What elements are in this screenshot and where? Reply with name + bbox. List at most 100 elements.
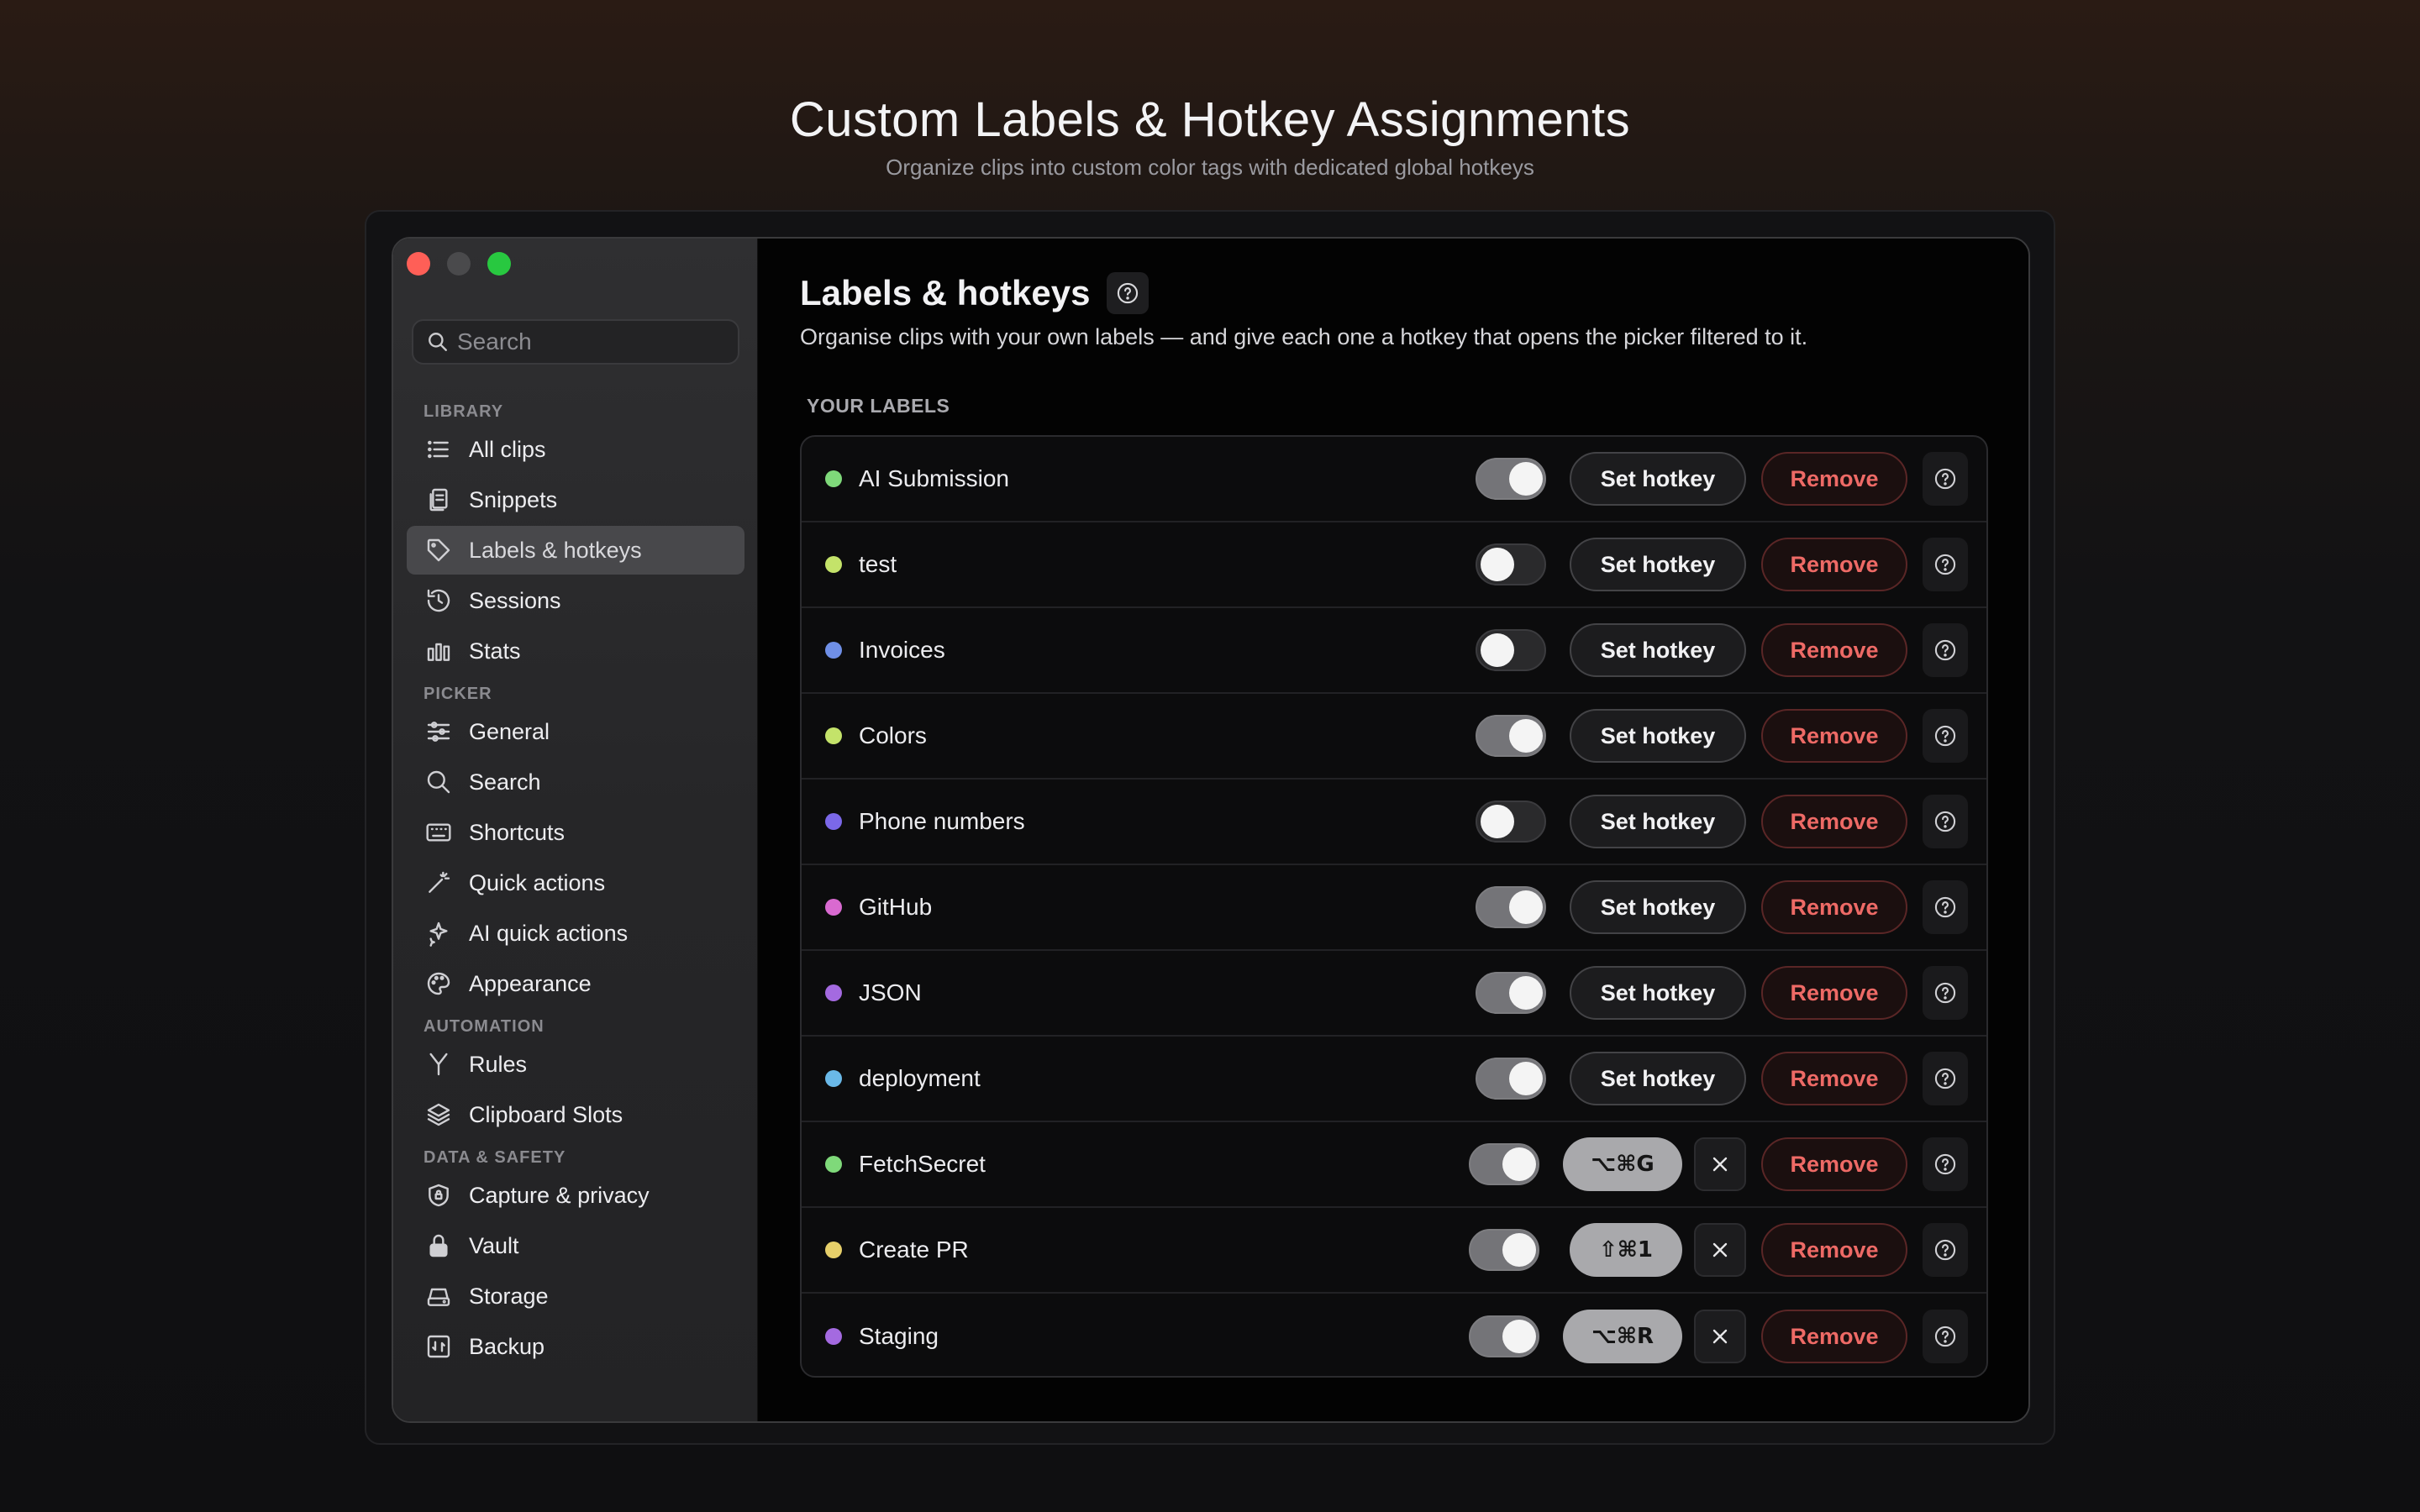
sidebar-item-snippets[interactable]: Snippets (407, 475, 744, 524)
toggle-knob (1509, 719, 1543, 753)
toggle-knob (1509, 1062, 1543, 1095)
label-row: Create PR ⇧⌘1 Remove (802, 1208, 1986, 1294)
remove-label-button[interactable]: Remove (1761, 1310, 1907, 1363)
clear-hotkey-button[interactable] (1694, 1310, 1746, 1363)
hotkey-chip[interactable]: ⇧⌘1 (1570, 1223, 1682, 1277)
zoom-window-button[interactable] (487, 252, 511, 276)
remove-label-button[interactable]: Remove (1761, 1052, 1907, 1105)
remove-label-button[interactable]: Remove (1761, 623, 1907, 677)
label-enabled-toggle[interactable] (1476, 715, 1546, 757)
label-row: AI Submission Set hotkey Remove (802, 437, 1986, 522)
minimize-window-button[interactable] (447, 252, 471, 276)
help-icon (1934, 1068, 1956, 1089)
label-help-button[interactable] (1923, 1223, 1968, 1277)
search-input[interactable] (457, 328, 726, 355)
sidebar-item-label: AI quick actions (469, 920, 629, 946)
your-labels-heading: YOUR LABELS (807, 395, 950, 417)
hero-title: Custom Labels & Hotkey Assignments (789, 92, 1631, 147)
set-hotkey-button[interactable]: Set hotkey (1570, 623, 1746, 677)
label-help-button[interactable] (1923, 709, 1968, 763)
label-name: Staging (859, 1323, 939, 1349)
label-help-button[interactable] (1923, 880, 1968, 934)
label-help-button[interactable] (1923, 1137, 1968, 1191)
set-hotkey-button[interactable]: Set hotkey (1570, 709, 1746, 763)
set-hotkey-button[interactable]: Set hotkey (1570, 538, 1746, 591)
label-color-dot (825, 899, 842, 916)
label-enabled-toggle[interactable] (1476, 801, 1546, 843)
label-help-button[interactable] (1923, 1052, 1968, 1105)
sidebar-item-labels-hotkeys[interactable]: Labels & hotkeys (407, 526, 744, 575)
label-enabled-toggle[interactable] (1476, 458, 1546, 500)
sidebar-item-ai-quick-actions[interactable]: AI quick actions (407, 909, 744, 958)
sidebar-item-capture-privacy[interactable]: Capture & privacy (407, 1171, 744, 1220)
label-help-button[interactable] (1923, 623, 1968, 677)
label-row: test Set hotkey Remove (802, 522, 1986, 608)
label-name: test (859, 551, 897, 577)
sidebar-item-clipboard-slots[interactable]: Clipboard Slots (407, 1090, 744, 1139)
label-enabled-toggle[interactable] (1476, 543, 1546, 585)
close-window-button[interactable] (407, 252, 430, 276)
set-hotkey-button[interactable]: Set hotkey (1570, 966, 1746, 1020)
label-enabled-toggle[interactable] (1476, 886, 1546, 928)
label-enabled-toggle[interactable] (1469, 1229, 1539, 1271)
page-help-button[interactable] (1107, 272, 1150, 314)
remove-label-button[interactable]: Remove (1761, 795, 1907, 848)
help-icon (1118, 282, 1139, 304)
app-window: LIBRARY All clips Snippets Labels & hotkeys… (392, 237, 2030, 1423)
label-help-button[interactable] (1923, 538, 1968, 591)
sidebar-item-all-clips[interactable]: All clips (407, 425, 744, 474)
backup-icon (425, 1333, 452, 1360)
label-help-button[interactable] (1923, 795, 1968, 848)
sidebar-item-quick-actions[interactable]: Quick actions (407, 858, 744, 907)
clear-hotkey-button[interactable] (1694, 1137, 1746, 1191)
hotkey-chip[interactable]: ⌥⌘R (1563, 1310, 1682, 1363)
sidebar-item-storage[interactable]: Storage (407, 1272, 744, 1320)
sidebar-item-backup[interactable]: Backup (407, 1322, 744, 1371)
hotkey-chip[interactable]: ⌥⌘G (1563, 1137, 1682, 1191)
page-title: Labels & hotkeys (800, 273, 1091, 312)
label-enabled-toggle[interactable] (1476, 972, 1546, 1014)
sidebar-item-shortcuts[interactable]: Shortcuts (407, 808, 744, 857)
sidebar-item-label: Snippets (469, 486, 558, 512)
label-enabled-toggle[interactable] (1476, 1058, 1546, 1100)
label-name: FetchSecret (859, 1151, 986, 1177)
set-hotkey-button[interactable]: Set hotkey (1570, 880, 1746, 934)
label-help-button[interactable] (1923, 452, 1968, 506)
label-help-button[interactable] (1923, 1310, 1968, 1363)
sidebar-item-vault[interactable]: Vault (407, 1221, 744, 1270)
sliders-icon (425, 718, 452, 745)
bar-chart-icon (425, 638, 452, 664)
label-name: Colors (859, 722, 927, 748)
toggle-knob (1481, 805, 1514, 838)
toggle-knob (1509, 890, 1543, 924)
sidebar-item-appearance[interactable]: Appearance (407, 959, 744, 1008)
sidebar-item-stats[interactable]: Stats (407, 627, 744, 675)
label-enabled-toggle[interactable] (1469, 1143, 1539, 1185)
label-row: GitHub Set hotkey Remove (802, 865, 1986, 951)
label-enabled-toggle[interactable] (1476, 629, 1546, 671)
sidebar-item-rules[interactable]: Rules (407, 1040, 744, 1089)
set-hotkey-button[interactable]: Set hotkey (1570, 452, 1746, 506)
label-enabled-toggle[interactable] (1469, 1315, 1539, 1357)
label-help-button[interactable] (1923, 966, 1968, 1020)
label-color-dot (825, 984, 842, 1001)
sidebar-item-general[interactable]: General (407, 707, 744, 756)
remove-label-button[interactable]: Remove (1761, 880, 1907, 934)
set-hotkey-button[interactable]: Set hotkey (1570, 1052, 1746, 1105)
clear-hotkey-button[interactable] (1694, 1223, 1746, 1277)
sidebar-search[interactable] (412, 319, 739, 365)
remove-label-button[interactable]: Remove (1761, 452, 1907, 506)
remove-label-button[interactable]: Remove (1761, 709, 1907, 763)
label-name: Phone numbers (859, 808, 1025, 834)
set-hotkey-button[interactable]: Set hotkey (1570, 795, 1746, 848)
sidebar-item-search[interactable]: Search (407, 758, 744, 806)
remove-label-button[interactable]: Remove (1761, 1137, 1907, 1191)
label-row: Invoices Set hotkey Remove (802, 608, 1986, 694)
sidebar-item-label: Storage (469, 1283, 549, 1309)
remove-label-button[interactable]: Remove (1761, 538, 1907, 591)
remove-label-button[interactable]: Remove (1761, 1223, 1907, 1277)
help-icon (1934, 982, 1956, 1004)
sidebar-item-sessions[interactable]: Sessions (407, 576, 744, 625)
remove-label-button[interactable]: Remove (1761, 966, 1907, 1020)
main-content: Labels & hotkeys Organise clips with you… (758, 239, 2028, 1421)
